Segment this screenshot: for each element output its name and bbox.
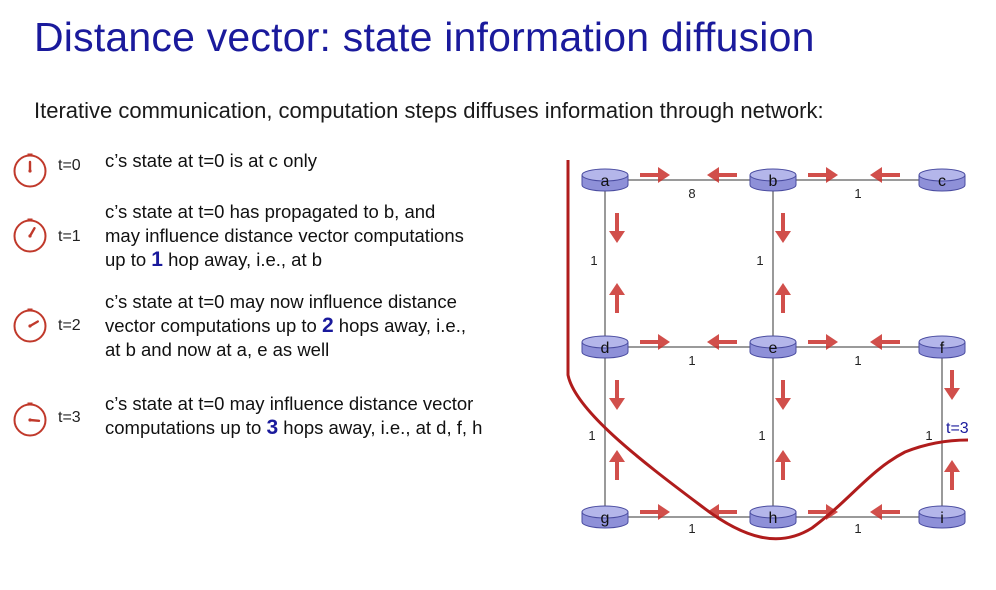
router-label: a [601,173,610,190]
link-cost-labels: 8 1 1 1 1 1 1 1 1 1 1 [588,186,932,536]
link-cost-a-d: 1 [590,253,597,268]
router-h: h [749,505,797,529]
propagation-arrow [944,370,960,400]
router-label: b [769,173,778,190]
router-label: f [940,340,945,357]
router-c: c [918,168,966,192]
propagation-arrow [775,213,791,243]
link-cost-d-e: 1 [688,353,695,368]
link-cost-e-f: 1 [854,353,861,368]
router-label: c [938,173,946,190]
link-cost-b-e: 1 [756,253,763,268]
propagation-arrow [609,450,625,480]
router-label: i [940,510,944,527]
router-b: b [749,168,797,192]
link-cost-g-h: 1 [688,521,695,536]
router-e: e [749,335,797,359]
propagation-arrow [609,380,625,410]
router-f: f [918,335,966,359]
propagation-arrow [609,283,625,313]
propagation-arrow [944,460,960,490]
propagation-arrow [775,283,791,313]
link-cost-b-c: 1 [854,186,861,201]
propagation-arrow [775,450,791,480]
link-cost-e-h: 1 [758,428,765,443]
network-diagram: 8 1 1 1 1 1 1 1 1 1 1 t=3 a b c d e f g h i [566,160,969,541]
router-label: g [601,510,610,527]
wavefront-label: t=3 [946,420,969,437]
router-label: e [769,340,778,357]
link-cost-h-i: 1 [854,521,861,536]
router-a: a [581,168,629,192]
link-cost-f-i: 1 [925,428,932,443]
router-label: d [601,340,610,357]
router-label: h [769,510,778,527]
router-g: g [581,505,629,529]
propagation-arrow [775,380,791,410]
router-i: i [918,505,966,529]
link-cost-a-b: 8 [688,186,695,201]
link-cost-d-g: 1 [588,428,595,443]
router-d: d [581,335,629,359]
propagation-arrow [609,213,625,243]
